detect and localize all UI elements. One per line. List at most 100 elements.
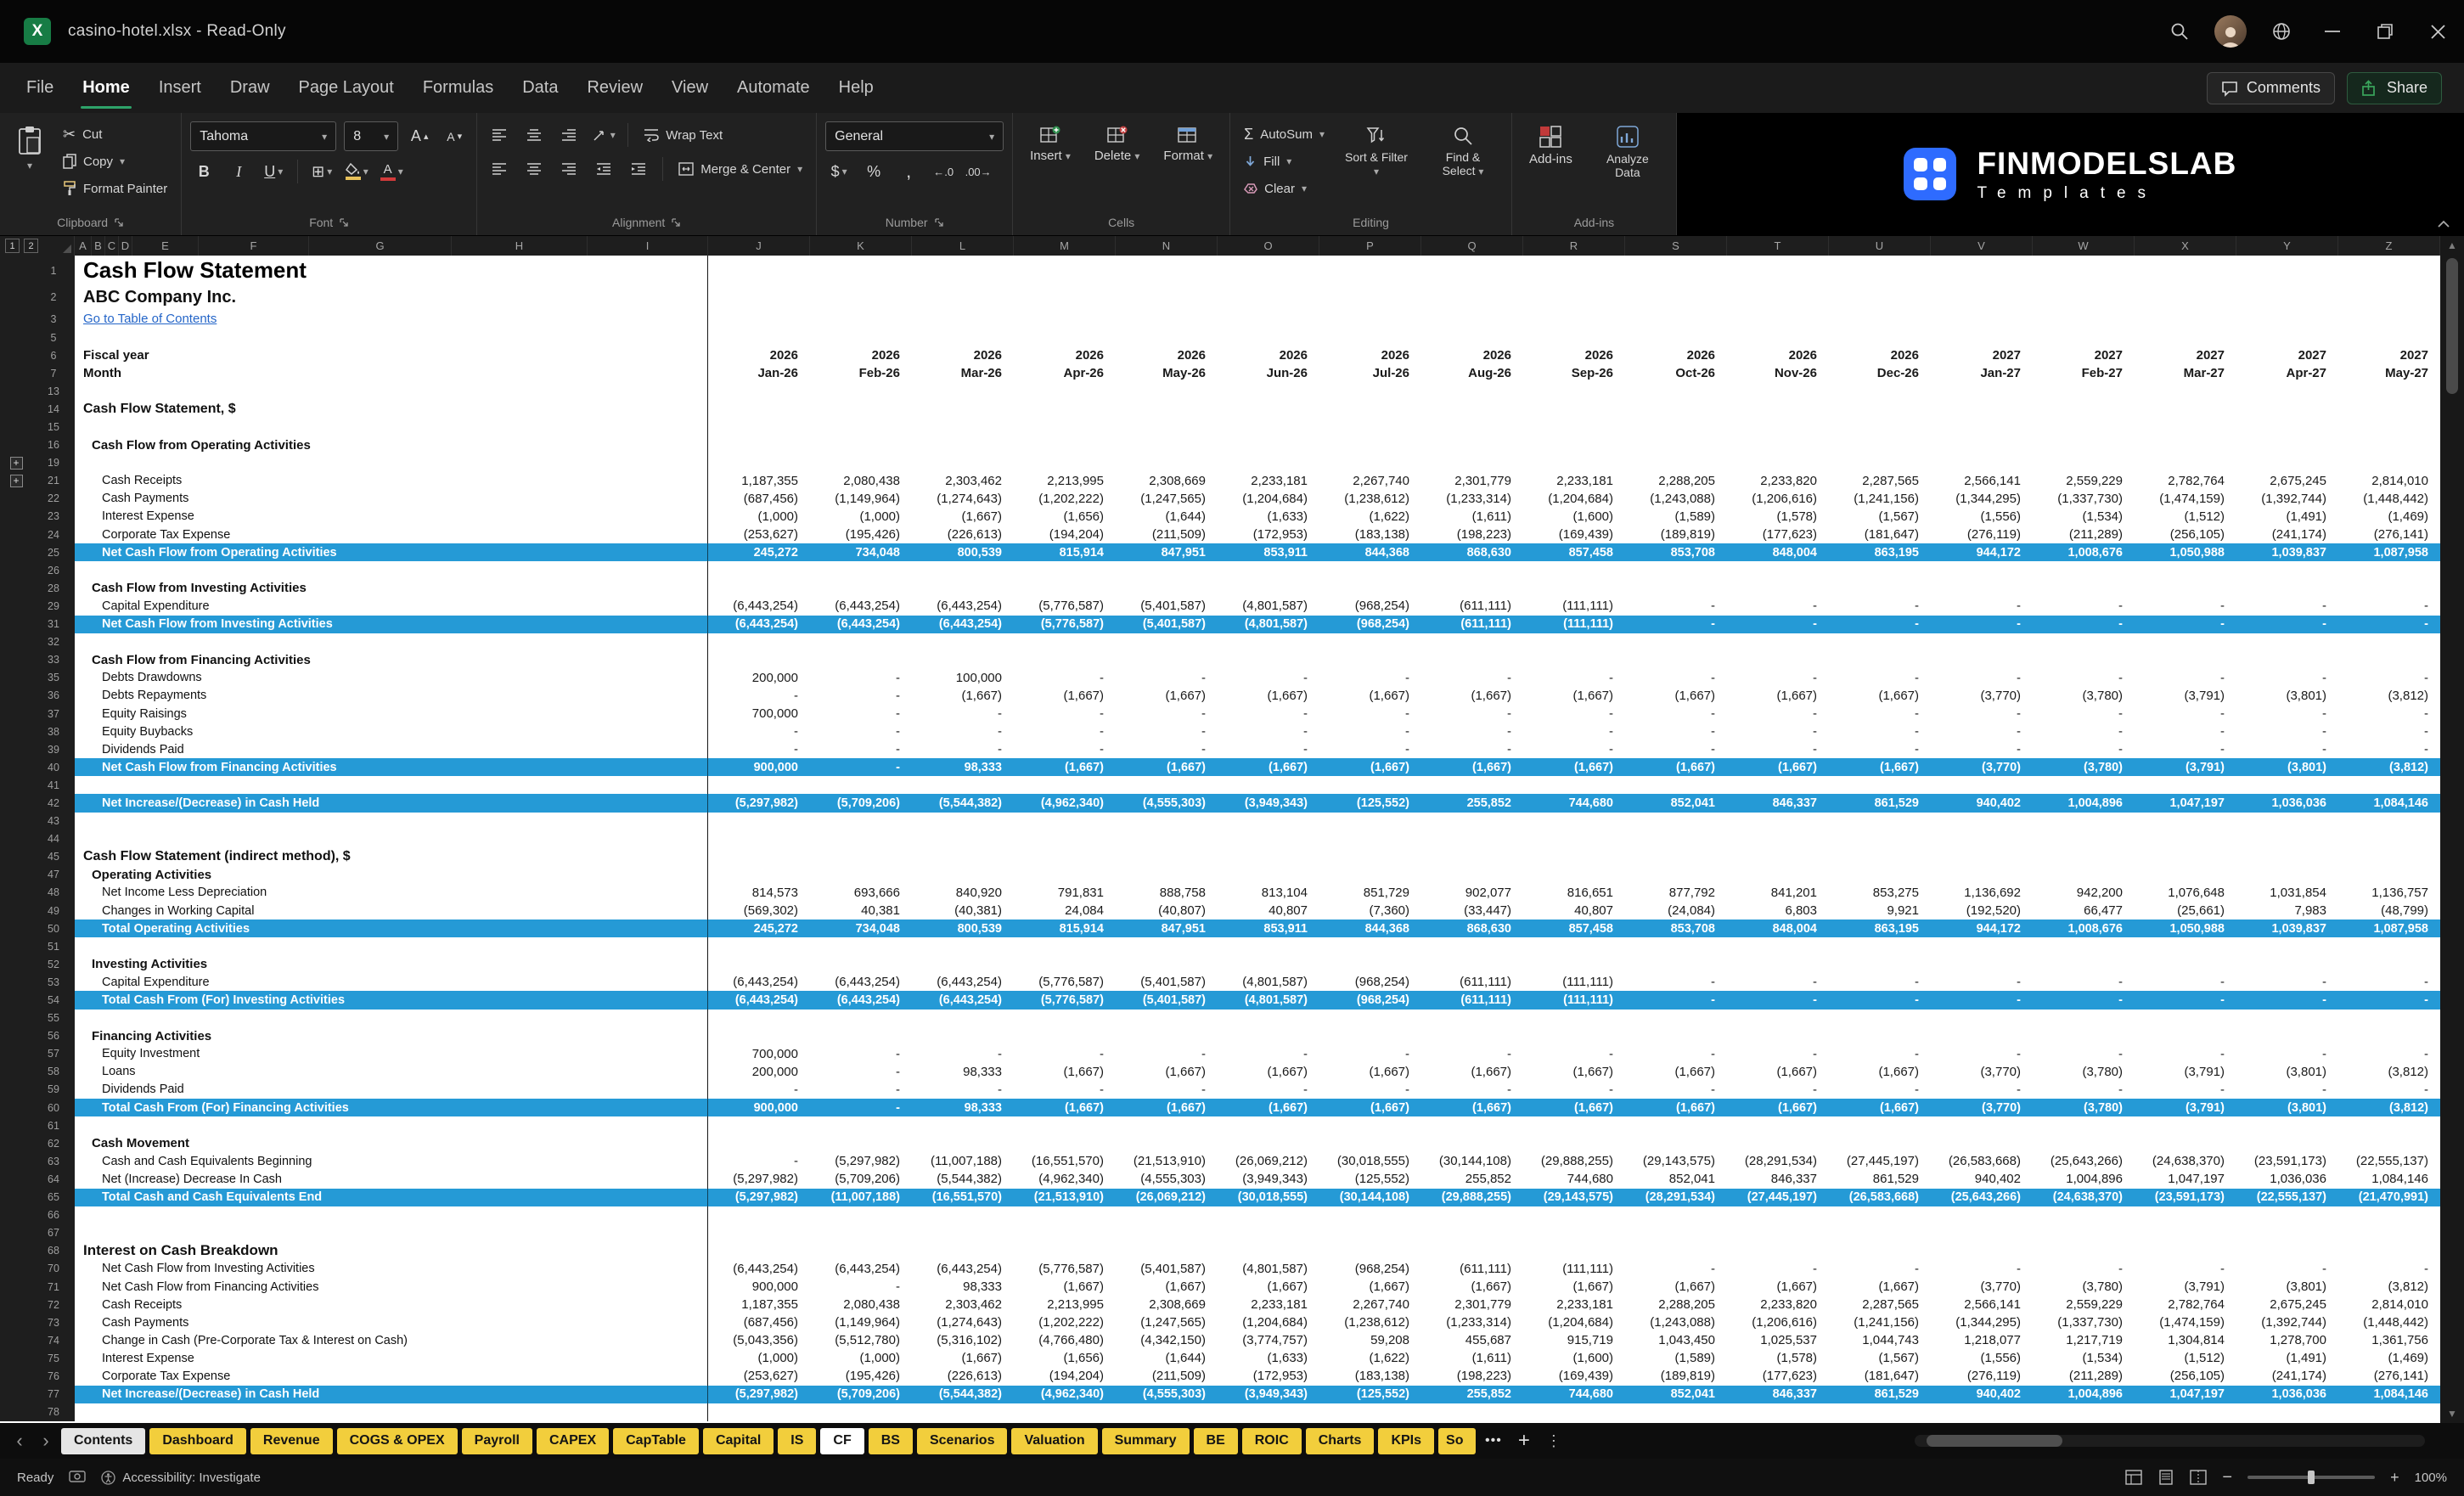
cell[interactable] — [1829, 955, 1931, 973]
cell[interactable]: (189,819) — [1625, 526, 1727, 543]
cell[interactable] — [1218, 1010, 1319, 1027]
cell[interactable]: 942,200 — [2033, 884, 2135, 902]
cell[interactable]: - — [708, 1081, 810, 1099]
cell[interactable]: - — [1218, 740, 1319, 758]
cell[interactable]: (33,447) — [1421, 902, 1523, 920]
cell[interactable]: 2026 — [912, 346, 1014, 364]
dialog-launcher-icon[interactable] — [340, 217, 349, 228]
cell[interactable]: - — [2135, 973, 2236, 991]
cell[interactable] — [912, 633, 1014, 651]
row-label[interactable] — [75, 633, 708, 651]
cell[interactable] — [1727, 400, 1829, 418]
cell[interactable]: (3,791) — [2135, 758, 2236, 776]
zoom-level[interactable]: 100% — [2415, 1471, 2447, 1485]
cell[interactable]: 846,337 — [1727, 1386, 1829, 1403]
cell[interactable]: 1,036,036 — [2236, 1170, 2338, 1188]
cell[interactable] — [1319, 866, 1421, 884]
cell[interactable]: (1,667) — [1421, 1278, 1523, 1296]
cell[interactable] — [1931, 1027, 2033, 1045]
cell[interactable] — [1727, 1403, 1829, 1421]
cell[interactable] — [708, 651, 810, 669]
cell[interactable] — [1829, 813, 1931, 830]
cell[interactable] — [1829, 1116, 1931, 1134]
increase-indent-icon[interactable] — [625, 155, 652, 183]
menu-help[interactable]: Help — [824, 63, 888, 113]
cell[interactable]: (4,555,303) — [1116, 1386, 1218, 1403]
cell[interactable] — [1727, 1206, 1829, 1224]
cell[interactable] — [1727, 776, 1829, 794]
cell[interactable]: (241,174) — [2236, 1367, 2338, 1385]
cell[interactable]: 1,043,450 — [1625, 1331, 1727, 1349]
cell[interactable]: (4,962,340) — [1014, 1170, 1116, 1188]
row-header-13[interactable]: 13 — [32, 382, 75, 401]
cell[interactable] — [2338, 561, 2440, 579]
cell[interactable] — [912, 1224, 1014, 1242]
cell[interactable]: 2027 — [2236, 346, 2338, 364]
cell[interactable]: 744,680 — [1523, 1386, 1625, 1403]
cell[interactable]: 734,048 — [810, 543, 912, 561]
cell[interactable]: 863,195 — [1829, 920, 1931, 937]
cell[interactable] — [2033, 830, 2135, 848]
cell[interactable]: - — [1319, 740, 1421, 758]
cell[interactable] — [2236, 418, 2338, 436]
cell[interactable]: - — [1829, 1045, 1931, 1063]
cell[interactable]: (5,297,982) — [708, 1170, 810, 1188]
cell[interactable] — [2338, 1134, 2440, 1152]
cell[interactable]: (1,274,643) — [912, 1313, 1014, 1331]
cell[interactable]: (6,443,254) — [912, 991, 1014, 1009]
cell[interactable] — [810, 830, 912, 848]
cell[interactable]: Feb-27 — [2033, 364, 2135, 382]
cell[interactable] — [1829, 1242, 1931, 1260]
macro-record-icon[interactable] — [69, 1471, 87, 1484]
cell[interactable] — [1931, 1206, 2033, 1224]
more-sheets-button[interactable]: ••• — [1480, 1433, 1507, 1448]
row-label[interactable]: Net Cash Flow from Investing Activities — [75, 615, 708, 633]
column-header-V[interactable]: V — [1931, 236, 2033, 256]
row-header-16[interactable]: 16 — [32, 436, 75, 454]
cell[interactable] — [2033, 1403, 2135, 1421]
cell[interactable]: (1,667) — [1218, 1099, 1319, 1116]
cell[interactable]: 1,278,700 — [2236, 1331, 2338, 1349]
cell[interactable]: 66,477 — [2033, 902, 2135, 920]
cell[interactable]: (26,069,212) — [1218, 1152, 1319, 1170]
cell[interactable]: (1,202,222) — [1014, 490, 1116, 508]
cell[interactable]: 1,087,958 — [2338, 543, 2440, 561]
cell[interactable] — [1319, 1027, 1421, 1045]
row-label[interactable]: ABC Company Inc. — [75, 285, 708, 309]
cell[interactable] — [1523, 937, 1625, 955]
cell[interactable]: 2,303,462 — [912, 472, 1014, 490]
cell[interactable]: 853,708 — [1625, 920, 1727, 937]
cell[interactable]: (111,111) — [1523, 597, 1625, 615]
cell[interactable]: (276,119) — [1931, 526, 2033, 543]
cell[interactable] — [1523, 848, 1625, 866]
cell[interactable] — [1829, 848, 1931, 866]
cell[interactable]: - — [708, 723, 810, 740]
increase-decimal-button[interactable]: ←.0 — [930, 158, 957, 185]
cell[interactable]: 844,368 — [1319, 920, 1421, 937]
cell[interactable]: (1,611) — [1421, 508, 1523, 526]
cell[interactable]: (3,812) — [2338, 1063, 2440, 1081]
cell[interactable]: (1,667) — [1421, 1099, 1523, 1116]
cell[interactable]: 944,172 — [1931, 543, 2033, 561]
cell[interactable]: 2,303,462 — [912, 1296, 1014, 1313]
cell[interactable]: 2026 — [1523, 346, 1625, 364]
cell[interactable]: (5,316,102) — [912, 1331, 1014, 1349]
cell[interactable] — [810, 1206, 912, 1224]
cell[interactable]: (1,667) — [1829, 1099, 1931, 1116]
cell[interactable]: 2,559,229 — [2033, 1296, 2135, 1313]
row-label[interactable]: Month — [75, 364, 708, 383]
cell[interactable]: (6,443,254) — [912, 1260, 1014, 1278]
cell[interactable]: (194,204) — [1014, 526, 1116, 543]
cell[interactable]: 2026 — [1625, 346, 1727, 364]
cell[interactable]: (3,780) — [2033, 1099, 2135, 1116]
cell[interactable] — [708, 1224, 810, 1242]
row-label[interactable]: Total Cash From (For) Financing Activiti… — [75, 1099, 708, 1117]
number-format-select[interactable]: General ▾ — [825, 121, 1004, 151]
cell[interactable] — [1218, 1027, 1319, 1045]
cell[interactable]: (1,000) — [708, 1349, 810, 1367]
cell[interactable] — [1931, 866, 2033, 884]
cell[interactable]: 1,008,676 — [2033, 920, 2135, 937]
column-header-N[interactable]: N — [1116, 236, 1218, 256]
font-name-select[interactable]: Tahoma ▾ — [190, 121, 337, 151]
row-label[interactable] — [75, 329, 708, 347]
